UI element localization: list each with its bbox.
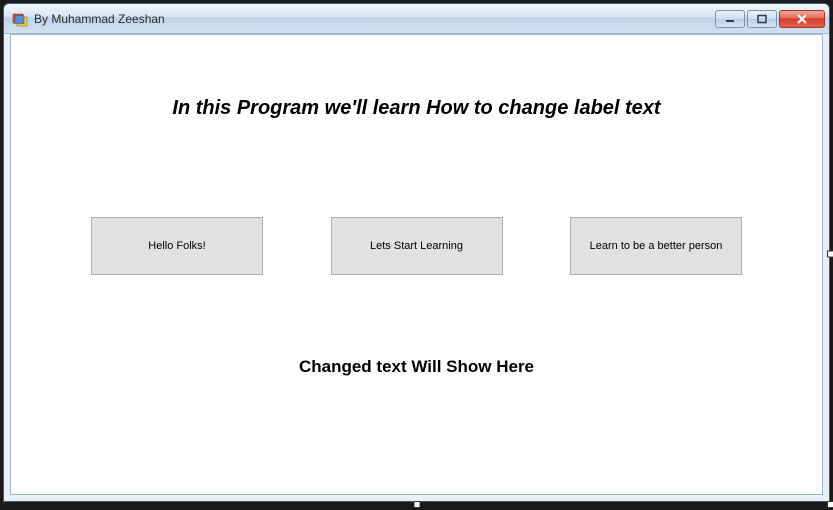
client-area: In this Program we'll learn How to chang…: [10, 34, 823, 495]
button-label: Lets Start Learning: [370, 240, 463, 252]
heading-label: In this Program we'll learn How to chang…: [11, 97, 822, 120]
better-person-button[interactable]: Learn to be a better person: [570, 217, 742, 275]
resize-handle-corner[interactable]: [827, 501, 830, 502]
minimize-icon: [724, 14, 736, 24]
window-controls: [715, 10, 825, 28]
window-frame: By Muhammad Zeeshan In this Program we'l…: [3, 3, 830, 502]
close-icon: [796, 14, 808, 24]
hello-folks-button[interactable]: Hello Folks!: [91, 217, 263, 275]
resize-handle-bottom[interactable]: [413, 501, 420, 502]
start-learning-button[interactable]: Lets Start Learning: [331, 217, 503, 275]
button-label: Hello Folks!: [148, 240, 205, 252]
close-button[interactable]: [779, 10, 825, 28]
minimize-button[interactable]: [715, 10, 745, 28]
output-label: Changed text Will Show Here: [11, 357, 822, 377]
titlebar[interactable]: By Muhammad Zeeshan: [4, 4, 829, 34]
app-icon: [12, 11, 28, 27]
maximize-icon: [756, 14, 768, 24]
window-title: By Muhammad Zeeshan: [34, 12, 715, 26]
buttons-row: Hello Folks! Lets Start Learning Learn t…: [91, 217, 742, 275]
resize-handle-right[interactable]: [827, 250, 830, 257]
button-label: Learn to be a better person: [590, 240, 723, 252]
maximize-button[interactable]: [747, 10, 777, 28]
